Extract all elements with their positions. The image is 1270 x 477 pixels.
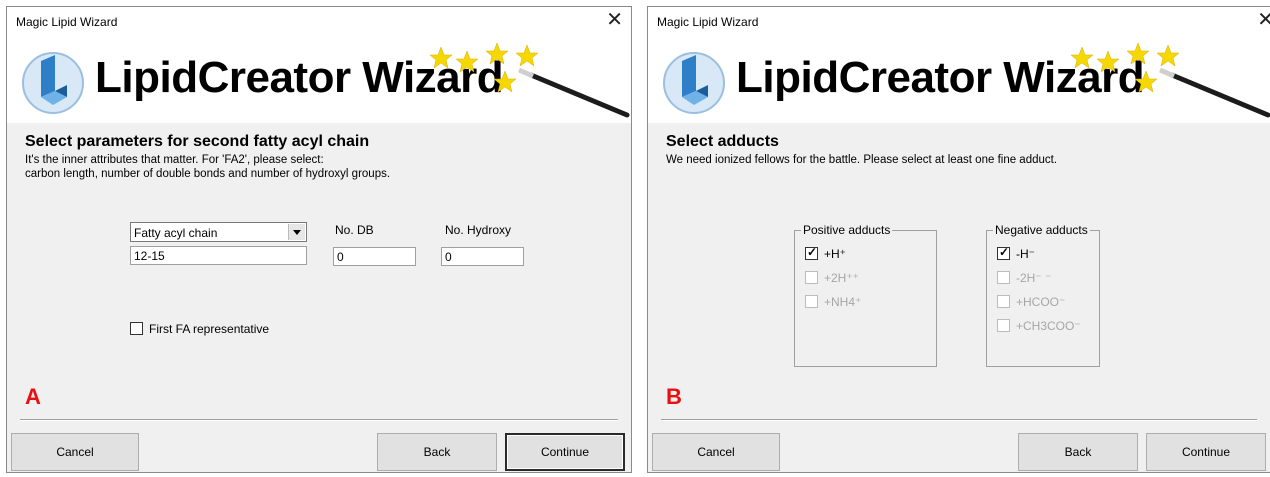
positive-adducts-group: Positive adducts +H⁺ +2H⁺⁺ +NH4⁺ (794, 223, 937, 367)
magic-wand-stars-icon (1070, 42, 1270, 118)
back-button[interactable]: Back (1018, 433, 1138, 471)
cancel-button[interactable]: Cancel (11, 433, 139, 471)
first-fa-representative-checkbox[interactable] (130, 322, 143, 335)
adduct-checkbox-plus-2h[interactable] (805, 271, 818, 284)
magic-wand-stars-icon (429, 42, 630, 118)
lipidcreator-logo-icon (663, 52, 725, 114)
back-button[interactable]: Back (377, 433, 497, 471)
adduct-label-plus-hcoo: +HCOO⁻ (1016, 295, 1066, 309)
adduct-label-plus-nh4: +NH4⁺ (824, 295, 862, 309)
hydroxy-label: No. Hydroxy (445, 223, 512, 237)
lipidcreator-logo-icon (22, 52, 84, 114)
adduct-checkbox-plus-hcoo[interactable] (997, 295, 1010, 308)
section-description: We need ionized fellows for the battle. … (666, 153, 1057, 167)
negative-adducts-legend: Negative adducts (993, 223, 1090, 237)
close-icon[interactable]: ✕ (606, 9, 623, 31)
adduct-checkbox-minus-2h[interactable] (997, 271, 1010, 284)
section-title: Select adducts (666, 133, 779, 150)
continue-button[interactable]: Continue (505, 433, 625, 471)
adduct-checkbox-minus-h[interactable] (997, 245, 1010, 260)
description-line-1: We need ionized fellows for the battle. … (666, 154, 1058, 166)
adduct-checkbox-plus-h[interactable] (805, 245, 818, 260)
wizard-banner: LipidCreator Wizard (648, 37, 1270, 123)
adduct-label-minus-2h: -2H⁻ ⁻ (1016, 271, 1052, 285)
title-bar: Magic Lipid Wizard ✕ (7, 7, 631, 37)
adduct-label-minus-h: -H⁻ (1016, 247, 1035, 261)
description-line-2: carbon length, number of double bonds an… (25, 168, 391, 180)
chevron-down-icon[interactable] (288, 224, 305, 240)
panel-letter: B (666, 384, 682, 409)
adduct-checkbox-plus-nh4[interactable] (805, 295, 818, 308)
hydroxy-input[interactable]: 0 (441, 247, 524, 266)
section-description: It's the inner attributes that matter. F… (25, 153, 390, 181)
adduct-label-plus-2h: +2H⁺⁺ (824, 271, 860, 285)
adduct-label-plus-ch3coo: +CH3COO⁻ (1016, 319, 1081, 333)
chain-type-dropdown[interactable]: Fatty acyl chain (130, 222, 307, 242)
window-title: Magic Lipid Wizard (657, 15, 759, 29)
wizard-window-fatty-acyl: Magic Lipid Wizard ✕ LipidCreator Wizard… (6, 6, 632, 473)
carbon-length-input[interactable]: 12-15 (130, 246, 307, 265)
adduct-label-plus-h: +H⁺ (824, 247, 847, 261)
continue-button[interactable]: Continue (1146, 433, 1266, 471)
db-label: No. DB (335, 223, 374, 237)
db-input[interactable]: 0 (333, 247, 416, 266)
wizard-window-adducts: Magic Lipid Wizard ✕ LipidCreator Wizard… (647, 6, 1270, 473)
section-title: Select parameters for second fatty acyl … (25, 133, 370, 150)
panel-letter: A (25, 384, 41, 409)
footer-divider (661, 419, 1257, 421)
wizard-banner: LipidCreator Wizard (7, 37, 631, 123)
negative-adducts-group: Negative adducts -H⁻ -2H⁻ ⁻ +HCOO⁻ +CH3C… (986, 223, 1100, 367)
description-line-1: It's the inner attributes that matter. F… (25, 154, 324, 166)
adduct-checkbox-plus-ch3coo[interactable] (997, 319, 1010, 332)
chain-type-value: Fatty acyl chain (134, 226, 218, 240)
close-icon[interactable]: ✕ (1257, 9, 1270, 31)
title-bar: Magic Lipid Wizard ✕ (648, 7, 1270, 37)
first-fa-representative-label: First FA representative (149, 322, 270, 336)
window-title: Magic Lipid Wizard (16, 15, 118, 29)
cancel-button[interactable]: Cancel (652, 433, 780, 471)
footer-divider (20, 419, 618, 421)
positive-adducts-legend: Positive adducts (801, 223, 893, 237)
